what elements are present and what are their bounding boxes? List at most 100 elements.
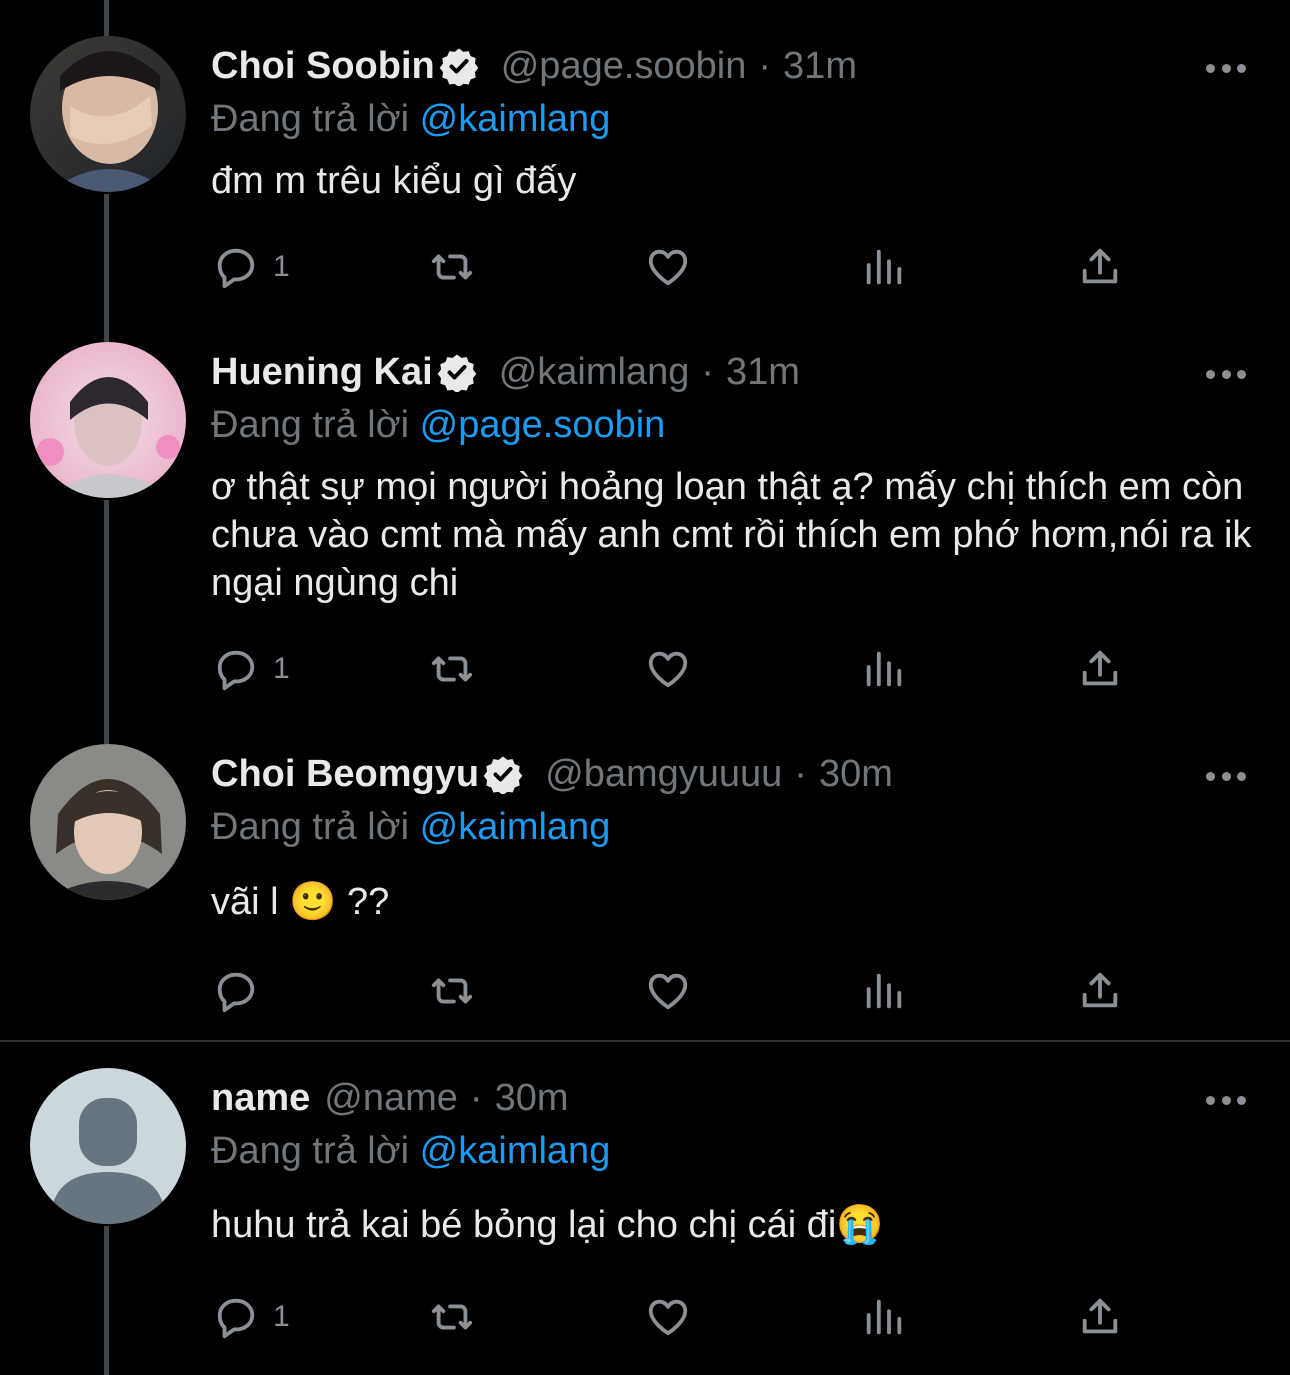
retweet-icon — [431, 1304, 473, 1330]
reply-button[interactable]: 1 — [213, 242, 290, 292]
reply-count: 1 — [273, 652, 290, 685]
share-icon — [1082, 248, 1118, 284]
thread-divider — [0, 1040, 1290, 1042]
tweet-header: Huening Kai @kaimlang · 31m — [211, 342, 800, 402]
default-avatar-image — [30, 1068, 186, 1224]
replying-to: Đang trả lời @kaimlang — [211, 806, 610, 849]
avatar[interactable] — [30, 342, 186, 498]
tweet-header: Choi Beomgyu @bamgyuuuu · 30m — [211, 744, 893, 804]
reply-icon — [217, 650, 255, 691]
tweet-actions — [0, 966, 1290, 1016]
display-name[interactable]: Huening Kai — [211, 351, 433, 394]
tweet-text: đm m trêu kiểu gì đấy — [211, 160, 577, 202]
handle[interactable]: @bamgyuuuu — [545, 753, 782, 796]
mention-link[interactable]: @page.soobin — [420, 404, 666, 446]
retweet-button[interactable] — [429, 966, 475, 1016]
retweet-icon — [431, 978, 473, 1004]
handle[interactable]: @kaimlang — [499, 351, 690, 394]
separator-dot: · — [758, 44, 772, 87]
soobin-avatar-image — [30, 36, 186, 192]
share-button[interactable] — [1077, 644, 1123, 694]
like-button[interactable] — [645, 966, 691, 1016]
reply-count: 1 — [273, 250, 290, 283]
analytics-icon — [866, 973, 902, 1009]
retweet-button[interactable] — [429, 242, 475, 292]
like-button[interactable] — [645, 242, 691, 292]
like-button[interactable] — [645, 644, 691, 694]
tweet-header: name @name · 30m — [211, 1068, 569, 1128]
handle[interactable]: @name — [324, 1077, 458, 1120]
like-icon — [648, 1299, 688, 1336]
like-icon — [648, 651, 688, 688]
analytics-button[interactable] — [861, 966, 907, 1016]
reply-icon — [217, 972, 255, 1013]
separator-dot: · — [794, 752, 807, 795]
reply-icon — [217, 248, 255, 289]
tweet-text: huhu trả kai bé bỏng lại cho chị cái đi😭 — [211, 1204, 884, 1246]
reply-icon — [217, 1298, 255, 1339]
mention-link[interactable]: @kaimlang — [420, 98, 611, 140]
separator-dot: · — [469, 1076, 483, 1119]
share-icon — [1082, 972, 1118, 1008]
analytics-button[interactable] — [861, 1292, 907, 1342]
replying-to: Đang trả lời @page.soobin — [211, 404, 665, 447]
avatar[interactable] — [30, 1068, 186, 1224]
tweet-text: ơ thật sự mọi người hoảng loạn thật ạ? m… — [211, 466, 1252, 604]
tweet-actions: 1 — [0, 1292, 1290, 1342]
verified-badge-icon — [437, 354, 477, 392]
timestamp[interactable]: 31m — [726, 351, 800, 394]
retweet-button[interactable] — [429, 1292, 475, 1342]
share-button[interactable] — [1077, 1292, 1123, 1342]
more-icon[interactable] — [1206, 772, 1246, 784]
reply-button[interactable]: 1 — [213, 1292, 290, 1342]
reply-count: 1 — [273, 1300, 290, 1333]
replying-to: Đang trả lời @kaimlang — [211, 98, 610, 141]
thread-line-2 — [104, 500, 109, 744]
retweet-icon — [431, 656, 473, 682]
reply-prefix: Đang trả lời — [211, 1130, 410, 1172]
reply-prefix: Đang trả lời — [211, 98, 410, 140]
tweet-text: vãi l 🙂 ?? — [211, 881, 390, 923]
beomgyu-avatar-image — [30, 744, 186, 900]
separator-dot: · — [701, 350, 714, 393]
share-icon — [1082, 1298, 1118, 1334]
analytics-button[interactable] — [861, 242, 907, 292]
more-icon[interactable] — [1206, 64, 1246, 76]
avatar[interactable] — [30, 36, 186, 192]
mention-link[interactable]: @kaimlang — [420, 1130, 611, 1172]
verified-badge-icon — [439, 48, 479, 86]
handle[interactable]: @page.soobin — [501, 45, 747, 88]
more-icon[interactable] — [1206, 1096, 1246, 1108]
like-icon — [648, 249, 688, 286]
share-icon — [1082, 650, 1118, 686]
analytics-button[interactable] — [861, 644, 907, 694]
more-icon[interactable] — [1206, 370, 1246, 382]
display-name[interactable]: Choi Soobin — [211, 45, 435, 88]
like-button[interactable] — [645, 1292, 691, 1342]
share-button[interactable] — [1077, 242, 1123, 292]
kai-avatar-image — [30, 342, 186, 498]
analytics-icon — [866, 1299, 902, 1335]
reply-button[interactable] — [213, 966, 273, 1016]
analytics-icon — [866, 651, 902, 687]
replying-to: Đang trả lời @kaimlang — [211, 1130, 610, 1173]
retweet-icon — [431, 254, 473, 280]
timestamp[interactable]: 30m — [495, 1077, 569, 1120]
retweet-button[interactable] — [429, 644, 475, 694]
mention-link[interactable]: @kaimlang — [420, 806, 611, 848]
analytics-icon — [866, 249, 902, 285]
timestamp[interactable]: 30m — [819, 753, 893, 796]
thread-line-top — [104, 0, 109, 38]
reply-prefix: Đang trả lời — [211, 404, 410, 446]
share-button[interactable] — [1077, 966, 1123, 1016]
timestamp[interactable]: 31m — [783, 45, 857, 88]
tweet-actions: 1 — [0, 644, 1290, 694]
reply-prefix: Đang trả lời — [211, 806, 410, 848]
verified-badge-icon — [483, 756, 523, 794]
display-name[interactable]: name — [211, 1077, 310, 1120]
like-icon — [648, 973, 688, 1010]
reply-button[interactable]: 1 — [213, 644, 290, 694]
display-name[interactable]: Choi Beomgyu — [211, 753, 479, 796]
tweet-header: Choi Soobin @page.soobin · 31m — [211, 36, 857, 96]
avatar[interactable] — [30, 744, 186, 900]
